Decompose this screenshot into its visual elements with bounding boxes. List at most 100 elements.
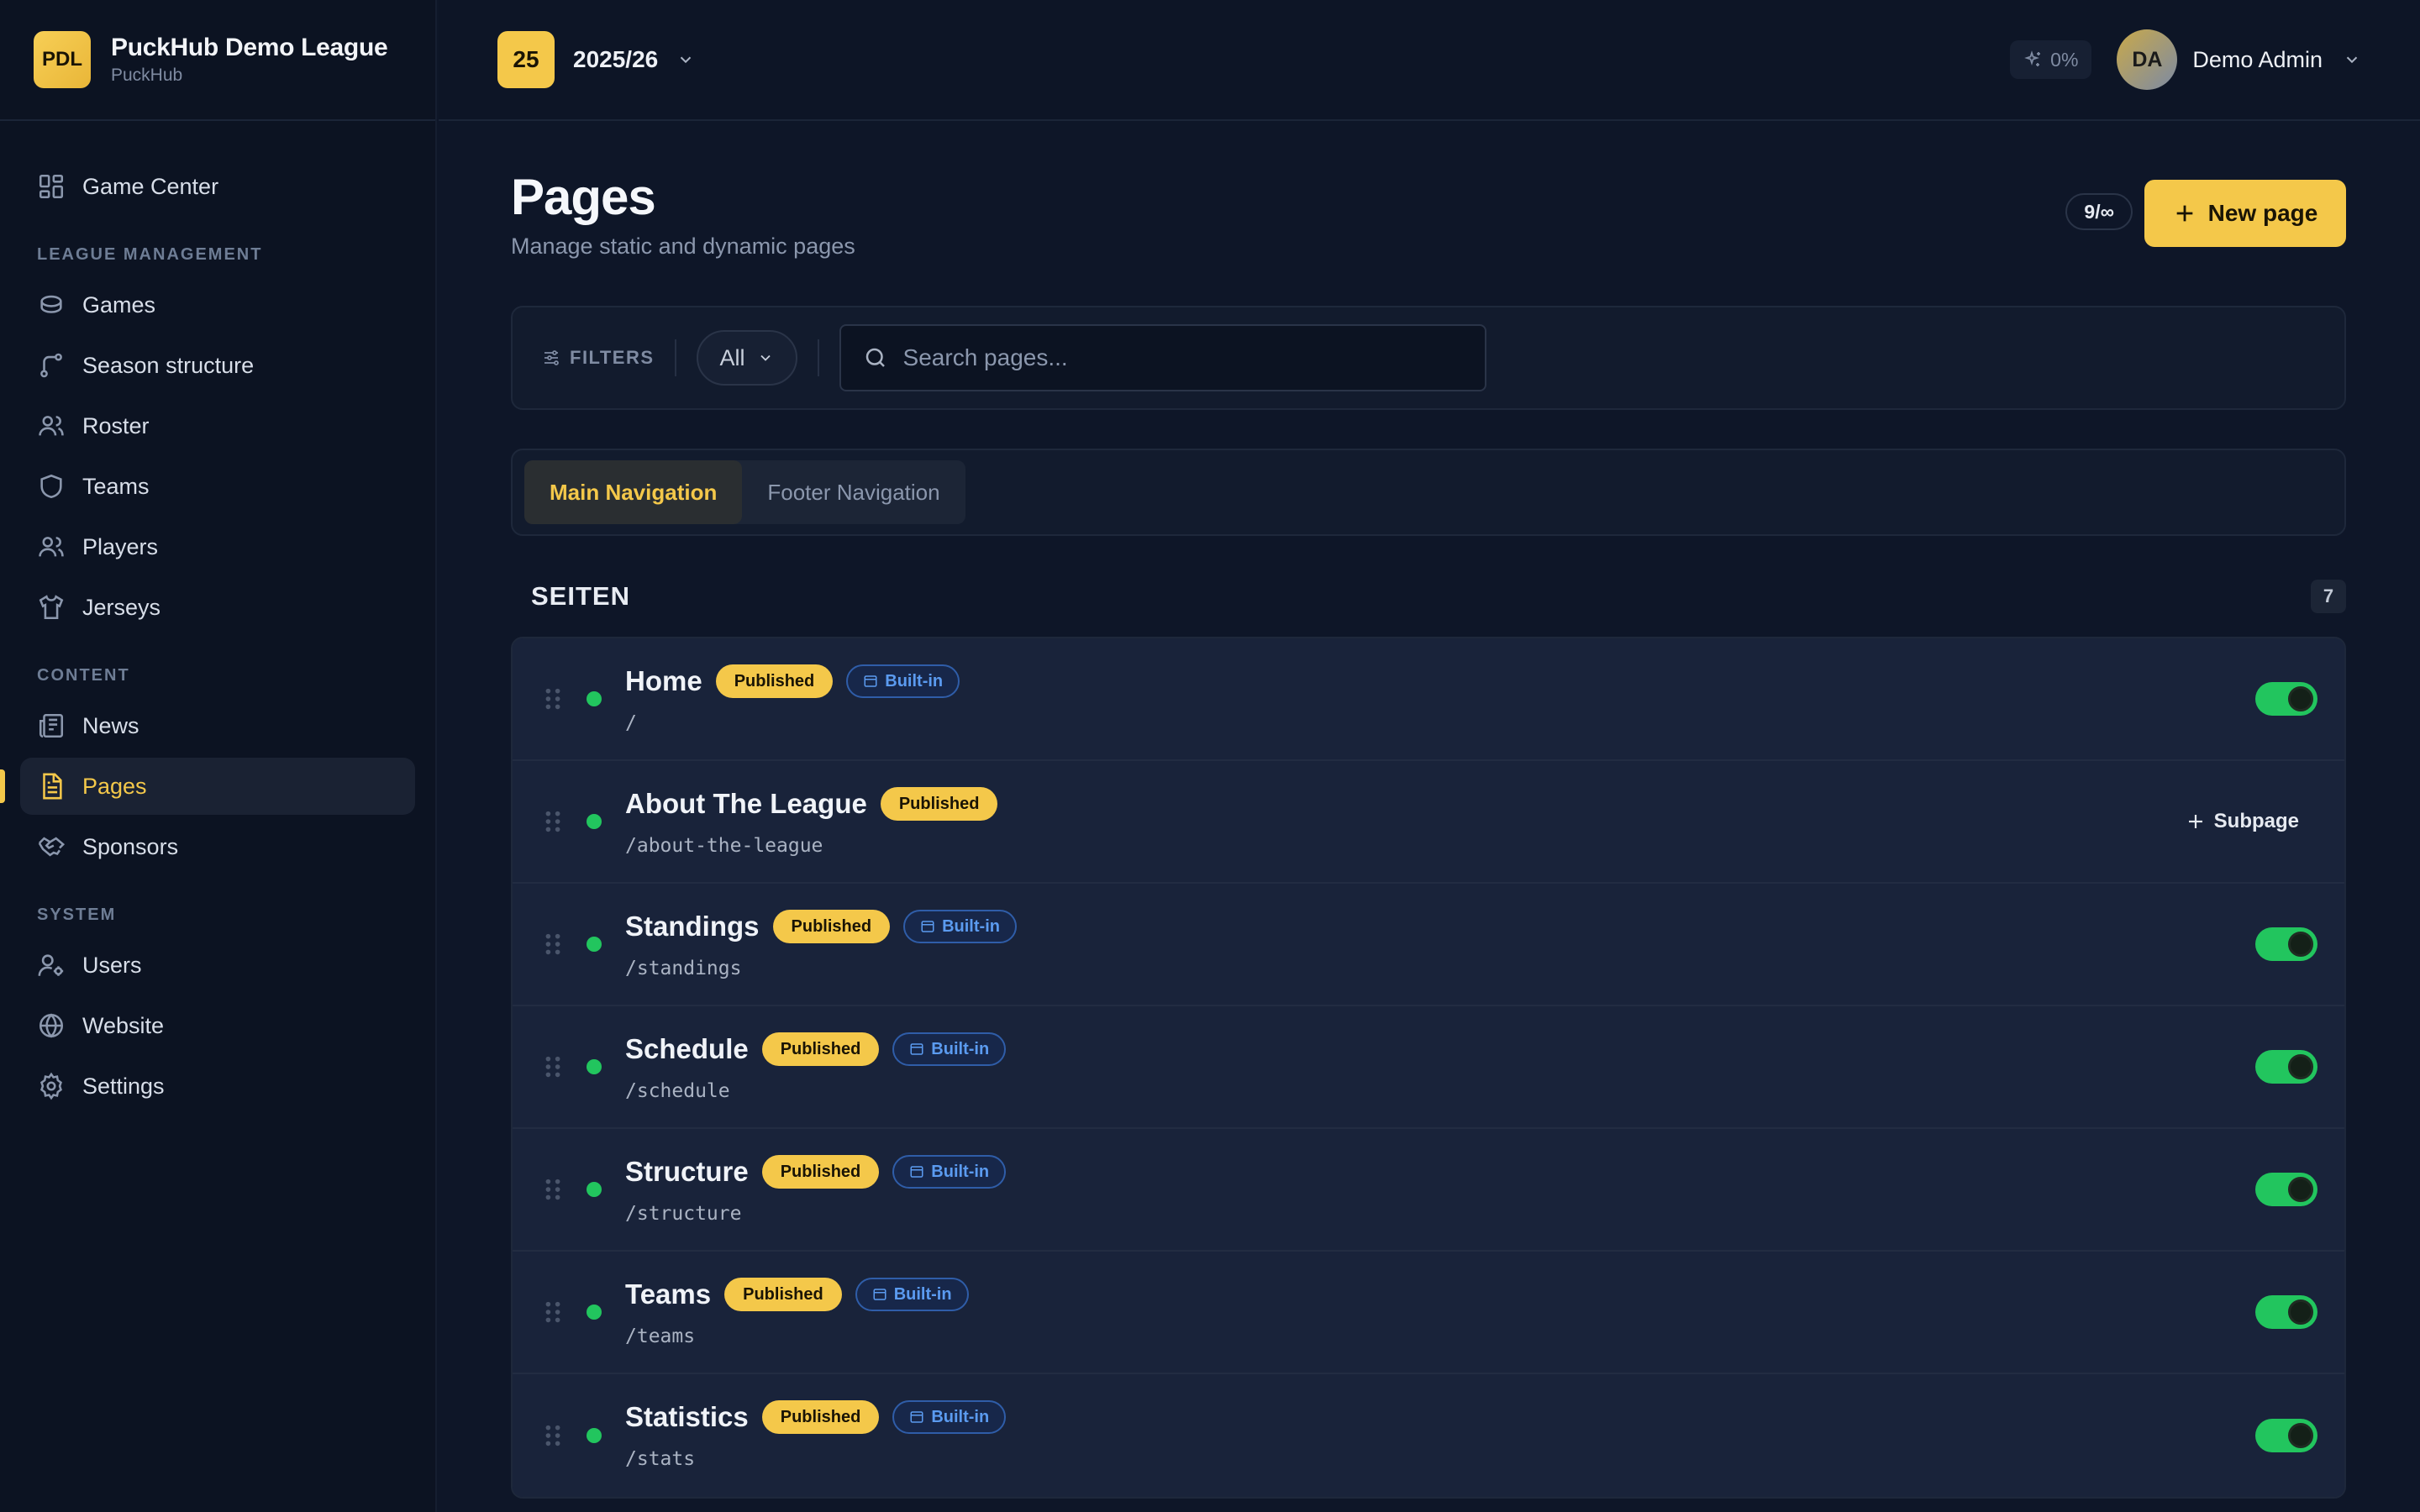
page-name[interactable]: About The League [625, 788, 867, 820]
sidebar-item-roster[interactable]: Roster [20, 397, 415, 454]
usage-indicator[interactable]: 0% [2010, 40, 2092, 79]
list-item[interactable]: About The League Published /about-the-le… [513, 761, 2344, 884]
drag-handle-icon[interactable] [543, 932, 563, 957]
layout-icon [873, 1289, 886, 1300]
status-filter-select[interactable]: All [696, 330, 797, 386]
page-name[interactable]: Statistics [625, 1401, 749, 1433]
shield-icon [40, 474, 62, 499]
navigation-tabs: Main Navigation Footer Navigation [524, 460, 965, 524]
status-dot [587, 691, 602, 706]
sidebar-item-website[interactable]: Website [20, 997, 415, 1054]
builtin-badge: Built-in [903, 910, 1017, 943]
drag-handle-icon[interactable] [543, 1299, 563, 1325]
users-icon [39, 537, 64, 557]
status-dot [587, 814, 602, 829]
search-input[interactable] [902, 344, 1441, 371]
list-item[interactable]: Schedule Published Built-in /schedule [513, 1006, 2344, 1129]
sidebar-item-pages[interactable]: Pages [0, 758, 415, 815]
list-item[interactable]: Structure Published Built-in /structure [513, 1129, 2344, 1252]
page-name[interactable]: Teams [625, 1278, 711, 1310]
user-menu-name[interactable]: Demo Admin [2192, 47, 2323, 73]
page-title-line: About The League Published [625, 785, 998, 823]
sidebar-item-settings[interactable]: Settings [20, 1058, 415, 1115]
league-sub: PuckHub [111, 66, 183, 85]
page-title-line: Statistics Published Built-in [625, 1398, 1007, 1436]
visibility-toggle[interactable] [2255, 1050, 2317, 1084]
sidebar-section-title: CONTENT [37, 666, 130, 685]
list-item[interactable]: Teams Published Built-in /teams [513, 1252, 2344, 1374]
drag-handle-icon[interactable] [543, 1423, 563, 1448]
search-icon [865, 348, 885, 367]
drag-handle-icon[interactable] [543, 1054, 563, 1079]
branch-icon [40, 353, 62, 378]
tab-main-navigation[interactable]: Main Navigation [524, 460, 743, 524]
status-filter-value: All [719, 344, 745, 370]
sidebar-item-users[interactable]: Users [20, 937, 415, 994]
season-badge[interactable]: 25 [497, 31, 555, 88]
sidebar-item-jerseys[interactable]: Jerseys [20, 579, 415, 636]
sidebar-item-label: Website [82, 1012, 165, 1038]
sidebar-item-label: Game Center [82, 173, 219, 199]
page-header: Pages Manage static and dynamic pages 9/… [511, 121, 2346, 306]
visibility-toggle[interactable] [2255, 1419, 2317, 1452]
page-name[interactable]: Schedule [625, 1033, 749, 1065]
sidebar-item-label: Settings [82, 1073, 165, 1099]
chevron-down-icon[interactable] [2343, 50, 2361, 69]
page-name[interactable]: Standings [625, 911, 760, 942]
section-title: SEITEN [531, 581, 630, 611]
page-subtitle: Manage static and dynamic pages [511, 234, 855, 259]
sidebar-item-game-center[interactable]: Game Center [20, 158, 415, 215]
list-item[interactable]: Standings Published Built-in /standings [513, 884, 2344, 1006]
drag-handle-icon[interactable] [543, 686, 563, 711]
divider [674, 339, 676, 376]
newspaper-icon [39, 713, 64, 738]
status-badge: Published [761, 1400, 880, 1434]
sidebar-item-games[interactable]: Games [20, 276, 415, 333]
gear-icon [40, 1072, 62, 1100]
filters-label-text: FILTERS [570, 347, 655, 368]
tab-footer-navigation[interactable]: Footer Navigation [742, 460, 965, 524]
pages-list: Home Published Built-in / About The Leag… [511, 637, 2346, 1499]
section-header: SEITEN 7 [511, 578, 2346, 615]
sidebar-item-label: Roster [82, 412, 150, 438]
visibility-toggle[interactable] [2255, 1295, 2317, 1329]
status-badge: Published [772, 910, 891, 943]
status-badge: Published [761, 1032, 880, 1066]
sliders-icon [544, 350, 559, 365]
league-name: PuckHub Demo League [111, 34, 388, 61]
builtin-badge-label: Built-in [942, 916, 1000, 936]
visibility-toggle[interactable] [2255, 1173, 2317, 1206]
sidebar-item-teams[interactable]: Teams [20, 458, 415, 515]
add-subpage-label: Subpage [2213, 810, 2299, 832]
builtin-badge: Built-in [846, 664, 960, 698]
sidebar-item-news[interactable]: News [20, 697, 415, 754]
sidebar-item-players[interactable]: Players [20, 518, 415, 575]
season-selector[interactable]: 2025/26 [573, 46, 658, 73]
new-page-button[interactable]: New page [2144, 180, 2346, 247]
page-path: / [625, 712, 637, 734]
add-subpage-button[interactable]: Subpage [2186, 810, 2299, 833]
avatar[interactable]: DA [2117, 29, 2178, 90]
page-path: /about-the-league [625, 835, 823, 857]
chevron-down-icon[interactable] [676, 50, 695, 69]
visibility-toggle[interactable] [2255, 927, 2317, 961]
list-item[interactable]: Statistics Published Built-in /stats [513, 1374, 2344, 1497]
sidebar-item-sponsors[interactable]: Sponsors [20, 818, 415, 875]
status-badge: Published [761, 1155, 880, 1189]
visibility-toggle[interactable] [2255, 682, 2317, 716]
puck-icon [40, 295, 62, 313]
list-item[interactable]: Home Published Built-in / [513, 638, 2344, 761]
drag-handle-icon[interactable] [543, 1177, 563, 1202]
search-box[interactable] [839, 324, 1486, 391]
brand-header[interactable]: PDL PuckHub Demo League PuckHub [0, 0, 435, 121]
page-name[interactable]: Home [625, 665, 702, 697]
drag-handle-icon[interactable] [543, 809, 563, 834]
page-info: Teams Published Built-in /teams [625, 1275, 969, 1347]
page-info: Structure Published Built-in /structure [625, 1152, 1007, 1225]
sidebar-item-season-structure[interactable]: Season structure [20, 337, 415, 394]
plus-icon [2188, 815, 2202, 828]
page-name[interactable]: Structure [625, 1156, 749, 1188]
sidebar-section-title: LEAGUE MANAGEMENT [37, 245, 263, 264]
page-info: About The League Published /about-the-le… [625, 785, 998, 857]
page-path: /standings [625, 958, 742, 979]
